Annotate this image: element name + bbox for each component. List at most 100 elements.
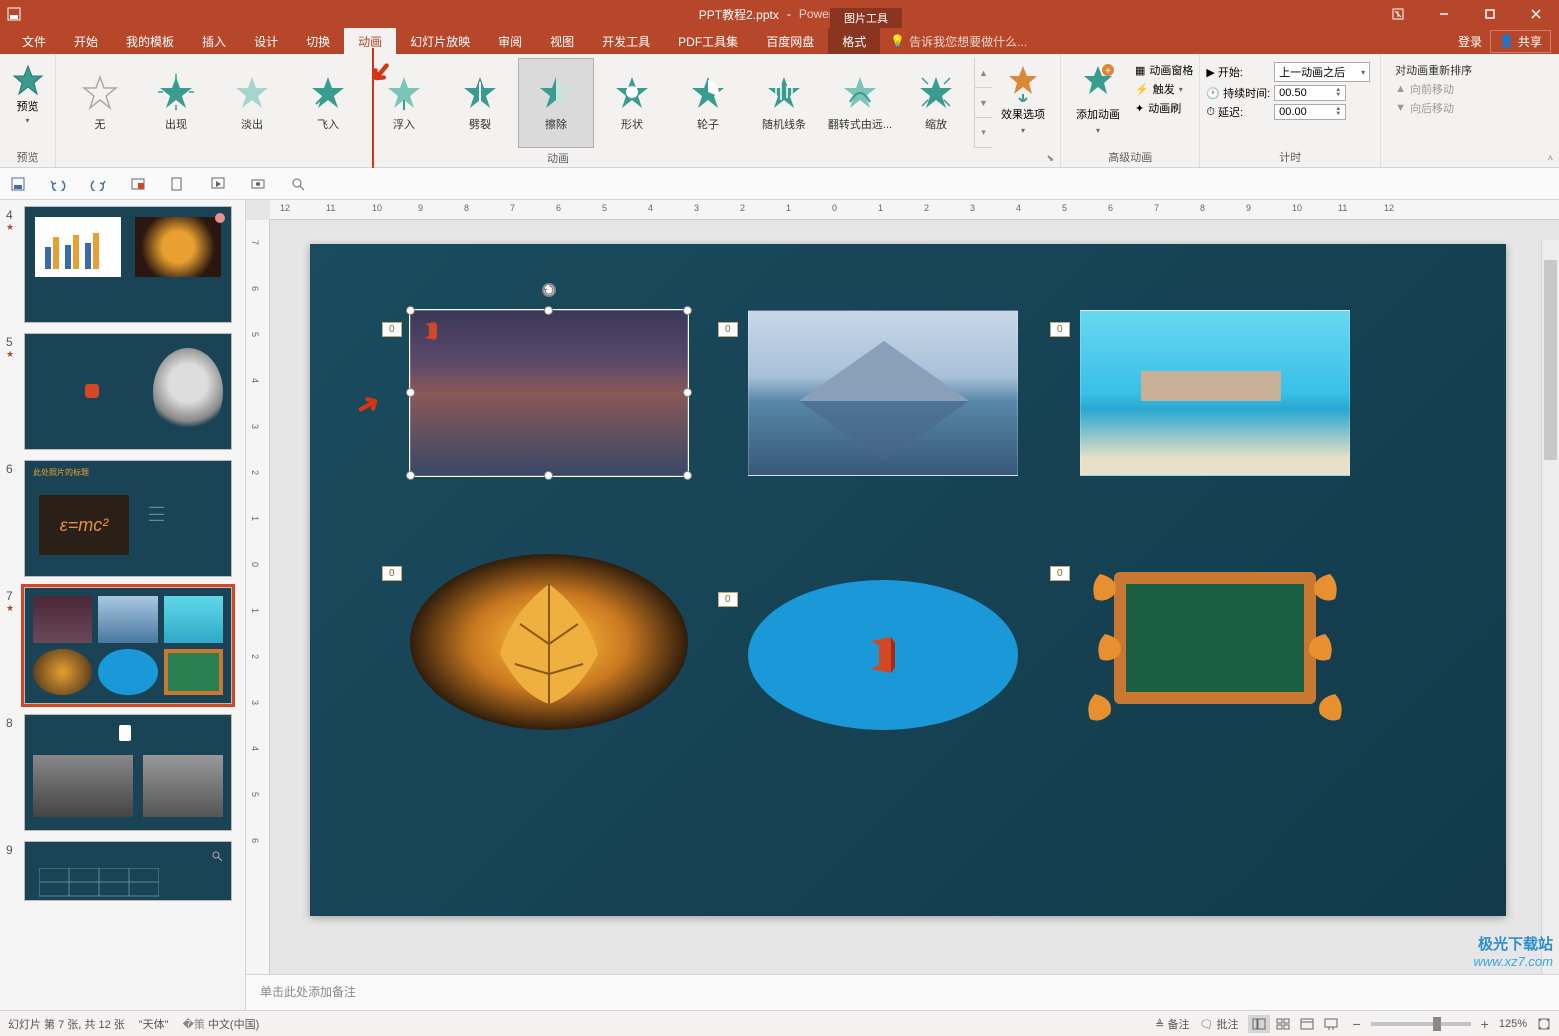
tab-review[interactable]: 审阅: [484, 28, 536, 54]
tab-format[interactable]: 格式: [828, 28, 880, 54]
slide-thumb-8[interactable]: 8: [6, 714, 239, 831]
anim-tag-5[interactable]: 0: [718, 592, 738, 607]
qat-btn-7[interactable]: [248, 174, 268, 194]
tab-pdf[interactable]: PDF工具集: [664, 28, 752, 54]
canvas-image-6[interactable]: [1080, 554, 1350, 730]
anim-growturn[interactable]: 翻转式由远...: [822, 58, 898, 148]
start-from-beginning-button[interactable]: [208, 174, 228, 194]
anim-tag-3[interactable]: 0: [1050, 322, 1070, 337]
undo-button[interactable]: [48, 174, 68, 194]
redo-button[interactable]: [88, 174, 108, 194]
normal-view-icon[interactable]: [1248, 1015, 1270, 1033]
handle-se[interactable]: [683, 471, 692, 480]
tab-templates[interactable]: 我的模板: [112, 28, 188, 54]
ribbon-display-icon[interactable]: [1375, 0, 1421, 28]
tab-home[interactable]: 开始: [60, 28, 112, 54]
tab-insert[interactable]: 插入: [188, 28, 240, 54]
qat-btn-8[interactable]: [288, 174, 308, 194]
zoom-percent[interactable]: 125%: [1499, 1018, 1527, 1030]
anim-randombars[interactable]: 随机线条: [746, 58, 822, 148]
animation-painter-button[interactable]: ✦动画刷: [1135, 100, 1193, 116]
gallery-up-icon[interactable]: ▲: [975, 58, 992, 88]
anim-none[interactable]: 无: [62, 58, 138, 148]
login-link[interactable]: 登录: [1458, 33, 1482, 50]
slide-thumb-7[interactable]: 7★: [6, 587, 239, 704]
notes-pane[interactable]: 单击此处添加备注: [246, 974, 1559, 1010]
qat-btn-5[interactable]: [168, 174, 188, 194]
rotate-handle[interactable]: [542, 283, 556, 297]
maximize-icon[interactable]: [1467, 0, 1513, 28]
gallery-expand-icon[interactable]: ▾: [975, 118, 992, 148]
tab-view[interactable]: 视图: [536, 28, 588, 54]
zoom-in-icon[interactable]: +: [1481, 1016, 1489, 1032]
effect-options-button[interactable]: 效果选项 ▾: [992, 58, 1054, 135]
vertical-scrollbar[interactable]: [1541, 240, 1559, 974]
save-button[interactable]: [8, 174, 28, 194]
anim-wheel[interactable]: 轮子: [670, 58, 746, 148]
slideshow-view-icon[interactable]: [1320, 1015, 1342, 1033]
handle-nw[interactable]: [406, 306, 415, 315]
canvas-viewport[interactable]: 0: [270, 220, 1559, 974]
zoom-knob[interactable]: [1433, 1017, 1441, 1031]
close-icon[interactable]: [1513, 0, 1559, 28]
animations-launcher-icon[interactable]: ⬊: [1046, 153, 1054, 164]
scrollbar-thumb[interactable]: [1544, 260, 1557, 460]
minimize-icon[interactable]: [1421, 0, 1467, 28]
collapse-ribbon-icon[interactable]: ˄: [1548, 153, 1553, 163]
autosave-icon[interactable]: [6, 6, 22, 22]
tab-transitions[interactable]: 切换: [292, 28, 344, 54]
anim-wipe[interactable]: 擦除: [518, 58, 594, 148]
anim-tag-1[interactable]: 0: [382, 322, 402, 337]
anim-tag-4[interactable]: 0: [382, 566, 402, 581]
comments-toggle[interactable]: 🗨 批注: [1199, 1016, 1238, 1032]
delay-spinner[interactable]: 00.00▲▼: [1274, 104, 1346, 120]
anim-shape[interactable]: 形状: [594, 58, 670, 148]
canvas-image-2[interactable]: [748, 310, 1018, 476]
anim-fade[interactable]: 淡出: [214, 58, 290, 148]
anim-flyin[interactable]: 飞入: [290, 58, 366, 148]
tab-animations[interactable]: 动画: [344, 28, 396, 54]
duration-spinner[interactable]: 00.50▲▼: [1274, 85, 1346, 101]
zoom-out-icon[interactable]: −: [1352, 1016, 1360, 1032]
slide-canvas[interactable]: 0: [310, 244, 1506, 916]
slide-thumb-9[interactable]: 9: [6, 841, 239, 901]
slide-thumb-5[interactable]: 5★: [6, 333, 239, 450]
trigger-button[interactable]: ⚡触发▾: [1135, 81, 1193, 97]
handle-sw[interactable]: [406, 471, 415, 480]
tell-me-search[interactable]: 💡 告诉我您想要做什么...: [890, 28, 1027, 54]
sorter-view-icon[interactable]: [1272, 1015, 1294, 1033]
fit-window-icon[interactable]: [1537, 1017, 1551, 1031]
handle-n[interactable]: [544, 306, 553, 315]
animation-pane-button[interactable]: ▦动画窗格: [1135, 62, 1193, 78]
canvas-image-1[interactable]: [410, 310, 688, 476]
anim-tag-2[interactable]: 0: [718, 322, 738, 337]
tab-design[interactable]: 设计: [240, 28, 292, 54]
handle-e[interactable]: [683, 388, 692, 397]
slide-thumb-6[interactable]: 6 此处照片的标题 ε=mc² ━━━━━━━━━━━━━━━: [6, 460, 239, 577]
reading-view-icon[interactable]: [1296, 1015, 1318, 1033]
handle-w[interactable]: [406, 388, 415, 397]
handle-s[interactable]: [544, 471, 553, 480]
move-backward-button[interactable]: ▼向后移动: [1395, 100, 1472, 116]
zoom-slider[interactable]: [1371, 1022, 1471, 1026]
canvas-image-3[interactable]: [1080, 310, 1350, 476]
start-dropdown[interactable]: 上一动画之后▾: [1274, 62, 1370, 82]
tab-developer[interactable]: 开发工具: [588, 28, 664, 54]
anim-split[interactable]: 劈裂: [442, 58, 518, 148]
slide-thumbnails-panel[interactable]: 4★ 5★ 6 此处照片的标题 ε=mc² ━━━━━━━━━━━━━━━: [0, 200, 246, 1010]
tab-baidu[interactable]: 百度网盘: [752, 28, 828, 54]
tab-file[interactable]: 文件: [8, 28, 60, 54]
canvas-image-5[interactable]: [748, 580, 1018, 730]
share-button[interactable]: 👤 共享: [1490, 30, 1551, 53]
qat-btn-4[interactable]: [128, 174, 148, 194]
gallery-down-icon[interactable]: ▼: [975, 88, 992, 118]
move-forward-button[interactable]: ▲向前移动: [1395, 81, 1472, 97]
canvas-image-4[interactable]: [410, 554, 688, 730]
slide-thumb-4[interactable]: 4★: [6, 206, 239, 323]
add-animation-button[interactable]: + 添加动画 ▾: [1067, 58, 1129, 135]
handle-ne[interactable]: [683, 306, 692, 315]
preview-button[interactable]: 预览 ▾: [6, 58, 49, 125]
anim-appear[interactable]: 出现: [138, 58, 214, 148]
notes-toggle[interactable]: ≜ 备注: [1155, 1016, 1189, 1032]
anim-tag-6[interactable]: 0: [1050, 566, 1070, 581]
